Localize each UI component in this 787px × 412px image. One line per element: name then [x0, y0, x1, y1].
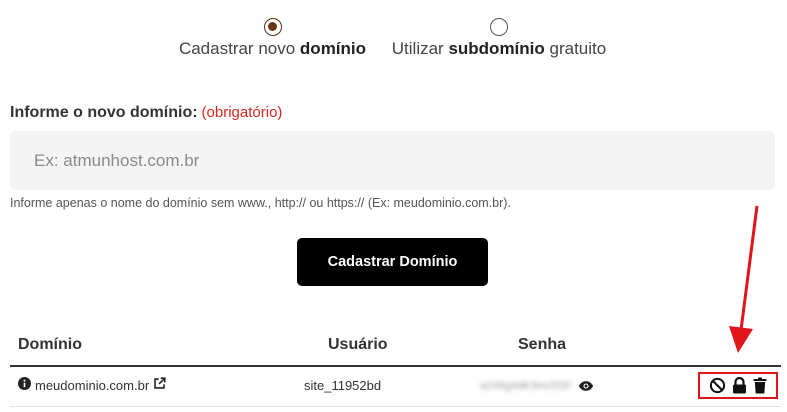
lock-icon[interactable] — [732, 377, 747, 394]
annotation-arrow-head — [729, 326, 753, 353]
annotation-arrow-shaft — [739, 205, 759, 331]
eye-icon[interactable] — [578, 380, 594, 392]
radio-new-domain-label: Cadastrar novo domínio — [178, 39, 367, 58]
radio-subdomain-label: Utilizar subdomínio gratuito — [391, 39, 607, 58]
column-header-domain: Domínio — [18, 336, 82, 353]
info-circle-icon[interactable] — [18, 377, 31, 395]
password-cell: a2Xkg4dK3mc5SF — [480, 377, 594, 395]
domain-field-label: Informe o novo domínio: (obrigatório) — [10, 104, 283, 121]
required-marker: (obrigatório) — [201, 104, 283, 121]
radio-option-new-domain[interactable]: Cadastrar novo domínio — [175, 18, 370, 59]
domain-input[interactable] — [10, 131, 775, 190]
column-header-user: Usuário — [328, 336, 388, 353]
table-header-divider — [10, 365, 781, 367]
column-header-password: Senha — [518, 336, 567, 353]
radio-subdomain[interactable] — [490, 18, 508, 36]
register-domain-button[interactable]: Cadastrar Domínio — [297, 238, 488, 286]
domain-name[interactable]: meudominio.com.br — [35, 377, 149, 395]
masked-password: a2Xkg4dK3mc5SF — [480, 380, 572, 392]
row-actions — [698, 372, 778, 399]
radio-new-domain[interactable] — [263, 18, 282, 36]
radio-option-subdomain[interactable]: Utilizar subdomínio gratuito — [388, 18, 610, 59]
table-row-divider — [10, 406, 781, 407]
domain-help-text: Informe apenas o nome do domínio sem www… — [10, 196, 511, 210]
user-cell: site_11952bd — [304, 378, 382, 393]
external-link-icon[interactable] — [153, 377, 166, 395]
ban-icon[interactable] — [709, 377, 726, 394]
domain-cell: meudominio.com.br — [18, 377, 166, 395]
trash-icon[interactable] — [753, 377, 767, 394]
